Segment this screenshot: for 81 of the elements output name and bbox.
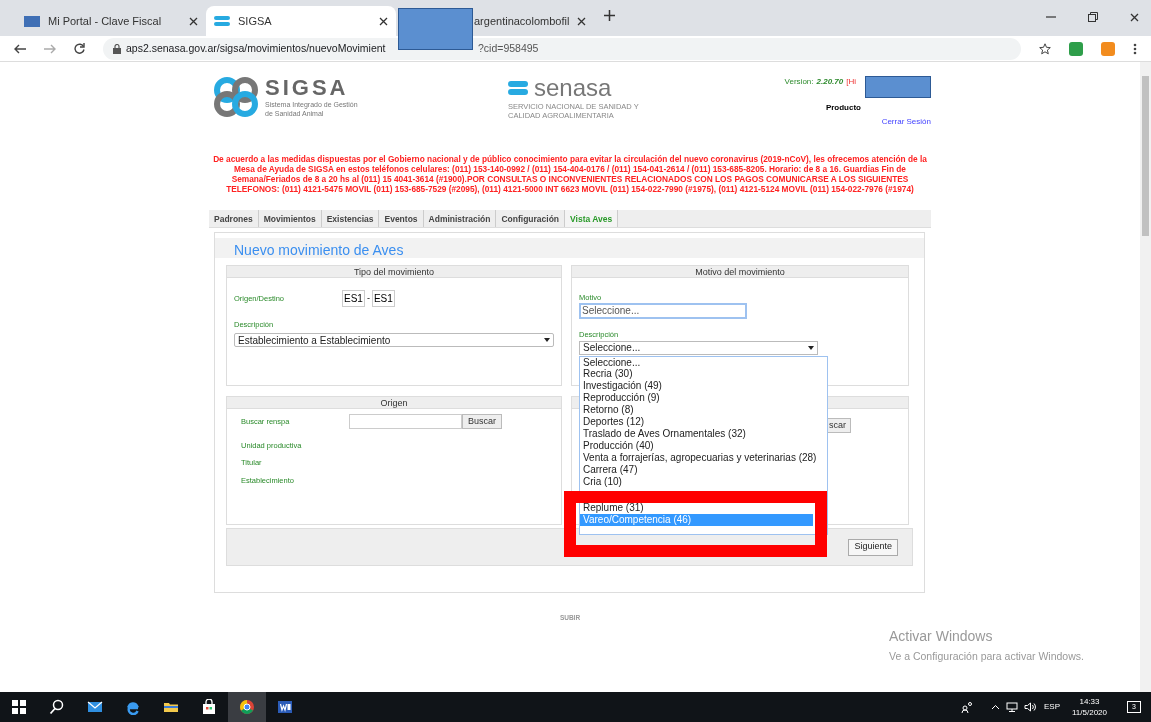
code-field[interactable]: ES1 xyxy=(342,290,365,307)
chevron-up-icon[interactable] xyxy=(991,704,1000,710)
dropdown-option[interactable]: Producción (40) xyxy=(580,439,657,452)
search-icon[interactable] xyxy=(49,699,65,715)
tab-title: SIGSA xyxy=(238,13,273,29)
volume-icon[interactable] xyxy=(1024,702,1036,712)
dropdown-option[interactable]: Cria (10) xyxy=(580,475,625,488)
form-title: Nuevo movimiento de Aves xyxy=(234,242,404,258)
activation-subtitle: Ve a Configuración para activar Windows. xyxy=(889,649,1084,664)
star-icon[interactable] xyxy=(1039,42,1051,55)
chrome-icon[interactable] xyxy=(239,699,255,715)
dropdown-option[interactable]: Traslado de Aves Ornamentales (32) xyxy=(580,427,749,440)
version-label: Version: xyxy=(784,76,814,88)
start-icon[interactable] xyxy=(11,699,27,715)
menu-icon[interactable] xyxy=(1133,42,1137,55)
input-field[interactable]: Seleccione... xyxy=(579,303,747,320)
nav-tab[interactable]: Existencias xyxy=(321,210,380,227)
partner-logo-text: senasa xyxy=(534,76,612,100)
user-role: Producto xyxy=(825,102,861,114)
mail-icon[interactable] xyxy=(87,699,103,715)
redaction-block xyxy=(865,76,931,98)
chain-logo-icon xyxy=(213,76,259,118)
next-button[interactable]: Siguiente xyxy=(848,538,898,556)
extension-icon[interactable] xyxy=(1069,41,1083,56)
close-icon[interactable] xyxy=(577,16,587,26)
url-text: ?cid=958495 xyxy=(478,40,539,56)
dropdown-option[interactable]: Seleccione... xyxy=(580,356,644,369)
version-number: 2.20.70 xyxy=(816,76,844,88)
document-icon[interactable] xyxy=(277,699,293,715)
tab-title: Mi Portal - Clave Fiscal xyxy=(48,13,163,29)
code-field[interactable]: ES1 xyxy=(371,290,395,307)
logo-text: SIGSA xyxy=(265,76,350,100)
section-header: Origen xyxy=(227,397,561,409)
stripes-logo-icon xyxy=(508,80,528,96)
portal-icon xyxy=(24,15,40,27)
lock-icon xyxy=(113,43,121,54)
url-text: aps2.senasa.gov.ar/sigsa/movimientos/nuevoMovimient xyxy=(126,41,386,54)
dropdown-option[interactable]: Retorno (8) xyxy=(580,404,637,417)
reload-icon[interactable] xyxy=(74,43,85,54)
scrollbar[interactable] xyxy=(1140,62,1151,692)
clock-time: 14:33 xyxy=(1079,696,1100,707)
section-header: Tipo del movimiento xyxy=(227,266,561,278)
dropdown-option[interactable]: Venta a forrajerías, agropecuarias y veterinarias (28) xyxy=(580,451,820,464)
close-icon[interactable] xyxy=(1130,12,1139,22)
people-icon[interactable] xyxy=(961,701,973,713)
caret-icon xyxy=(544,338,550,343)
language-indicator[interactable]: ESP xyxy=(1044,701,1060,713)
activation-title: Activar Windows xyxy=(889,627,994,646)
clock-date: 11/5/2020 xyxy=(1072,707,1107,718)
back-arrow-icon[interactable] xyxy=(14,43,26,54)
dropdown-option[interactable]: Replume (31) xyxy=(580,502,647,515)
close-icon[interactable] xyxy=(189,16,198,26)
input-field[interactable] xyxy=(349,414,462,429)
nav-tab[interactable]: Movimientos xyxy=(258,210,322,227)
section-header: Motivo del movimiento xyxy=(572,266,908,278)
search-button[interactable]: Buscar xyxy=(462,414,502,429)
select-field[interactable]: Establecimiento a Establecimiento xyxy=(234,333,554,348)
shopping-bag-icon[interactable] xyxy=(201,699,217,715)
close-icon[interactable] xyxy=(379,16,388,26)
dropdown-option[interactable]: Reproducción (9) xyxy=(580,392,663,405)
dropdown-option[interactable]: Investigación (49) xyxy=(580,380,665,393)
caret-icon xyxy=(808,345,814,350)
network-icon[interactable] xyxy=(1006,702,1018,712)
tab-title: argentinacolombofil xyxy=(474,13,570,29)
dropdown-option[interactable]: Deportes (12) xyxy=(580,416,648,428)
address-bar[interactable]: aps2.senasa.gov.ar/sigsa/movimientos/nuevoMovimient ?cid=958495 xyxy=(103,37,1021,60)
stripes-icon xyxy=(214,15,230,27)
select-field[interactable]: Seleccione... xyxy=(579,340,818,355)
separator-text: - xyxy=(366,291,370,305)
browser-tab[interactable]: SIGSA xyxy=(206,6,396,36)
browser-icon[interactable] xyxy=(125,699,141,715)
nav-tab[interactable]: Padrones xyxy=(209,210,259,227)
nav-tab[interactable]: Eventos xyxy=(379,210,424,227)
dropdown-option[interactable]: Recria (30) xyxy=(580,368,636,381)
plus-icon[interactable] xyxy=(604,9,616,21)
dropdown-option[interactable]: Carrera (47) xyxy=(580,463,641,476)
restore-icon[interactable] xyxy=(1088,12,1098,22)
logout-link[interactable]: Cerrar Sesión xyxy=(881,116,931,128)
history-link[interactable]: [Hi xyxy=(846,76,856,88)
nav-tab[interactable]: Administración xyxy=(423,210,497,227)
notice-text: De acuerdo a las medidas dispuestas por el Gobierno nacional y de público conocimiento para evitar la circulación del nuevo coronavirus (2019-nCoV), les ofrecemos atención de la Mesa de Ayuda de SIGSA en estos teléfonos celulares: (011) 153-140-0992 / (011) 154-404-0176 / (011) 154-041-2614 / (011) 153-685-8205. Horario: de 8 a 16. Guardias Fin de Semana/Feriados de 8 a 20 hs al (011) 15 4041-3614 (#1900).POR CONSULTAS O INCONVENIENTES RELACIONADOS CON LOS PAGOS COMUNICARSE A LOS SIGUIENTES TELEFONOS: (011) 4121-5475 MOVIL (011) 153-685-7529 (#2095), (011) 4121-5000 INT 6623 MOVIL (011) 154-022-7990 (#1975), (011) 4121-5124 MOVIL (011) 154-022-7976 (#1974) xyxy=(212,154,928,194)
